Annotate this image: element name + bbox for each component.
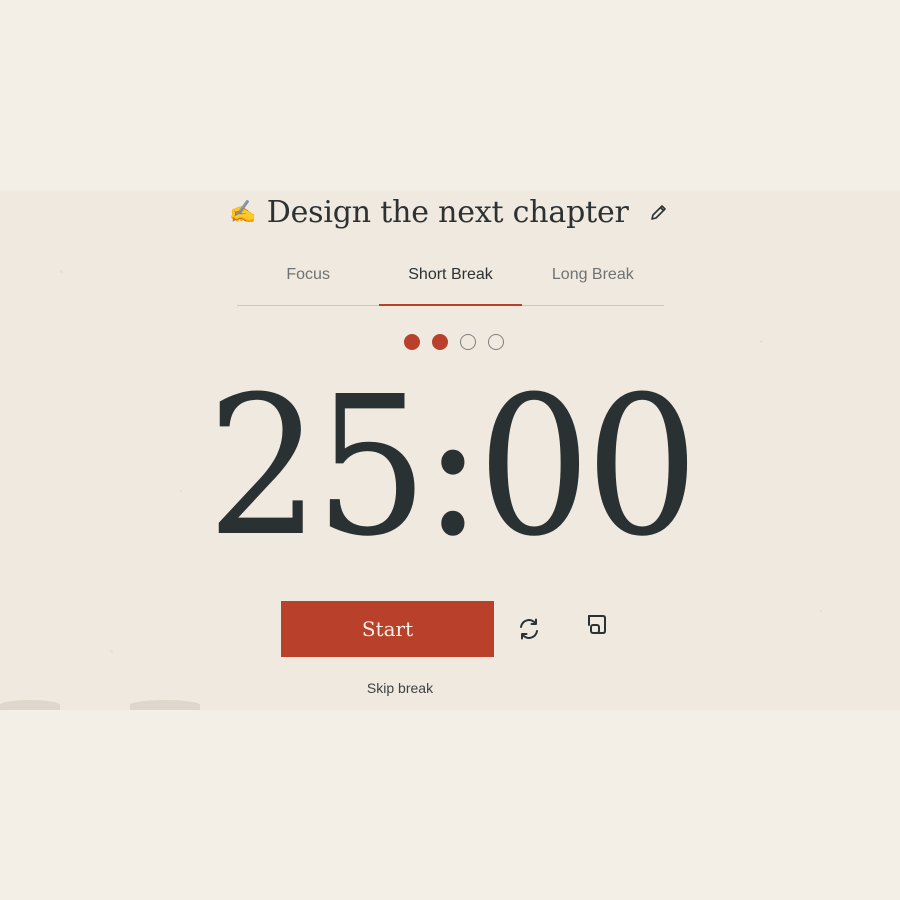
skip-break-link[interactable]: Skip break bbox=[266, 680, 534, 696]
picture-in-picture-icon bbox=[588, 615, 606, 634]
task-title: Design the next chapter bbox=[266, 194, 629, 230]
timer-controls: Start bbox=[281, 601, 612, 657]
tab-short-break[interactable]: Short Break bbox=[379, 258, 522, 306]
session-dot bbox=[432, 334, 448, 350]
reset-button[interactable] bbox=[514, 614, 544, 644]
picture-in-picture-button[interactable] bbox=[582, 610, 612, 640]
session-progress-dots bbox=[4, 334, 900, 354]
pomodoro-page: ✍️ Design the next chapter Focus Short B… bbox=[0, 0, 900, 900]
session-dot bbox=[460, 334, 476, 350]
pencil-icon bbox=[650, 205, 666, 220]
mode-tabs: Focus Short Break Long Break bbox=[237, 258, 664, 306]
session-dot bbox=[488, 334, 504, 350]
refresh-icon bbox=[520, 618, 538, 640]
session-dot bbox=[404, 334, 420, 350]
task-title-row: ✍️ Design the next chapter bbox=[0, 190, 900, 234]
tab-long-break[interactable]: Long Break bbox=[522, 258, 664, 305]
tab-focus[interactable]: Focus bbox=[237, 258, 379, 305]
start-button[interactable]: Start bbox=[281, 601, 494, 657]
edit-title-button[interactable] bbox=[647, 200, 671, 224]
timer-display: 25:00 bbox=[206, 356, 699, 579]
writing-hand-icon: ✍️ bbox=[229, 199, 257, 225]
